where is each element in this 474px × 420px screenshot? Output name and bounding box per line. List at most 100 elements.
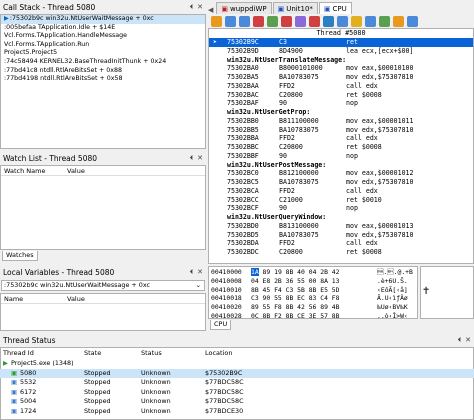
pause-button[interactable]: [267, 16, 278, 27]
disassembly-line[interactable]: 75302BC0 B812100000 mov eax,$00001012: [209, 169, 473, 178]
local-value-column[interactable]: Value: [67, 295, 85, 303]
disassembly-line[interactable]: 75302BD5 BA10783075 mov edx,$75307810: [209, 231, 473, 240]
disassembly-label[interactable]: win32u.NtUserGetProp:: [209, 108, 473, 117]
flags-button[interactable]: [365, 16, 376, 27]
disassembly-line[interactable]: 75302BB5 BA10783075 mov edx,$75307810: [209, 126, 473, 135]
disassembly-line[interactable]: 75302BCA FFD2 call edx: [209, 187, 473, 196]
disassembly-addr: 75302BC0: [227, 169, 259, 178]
disassembly-bytes: C21000: [279, 195, 303, 204]
call-stack-item[interactable]: :77bd4198 ntdll.RtlAreBitsSet + 0x58: [1, 75, 205, 84]
step-over-button[interactable]: [225, 16, 236, 27]
call-stack-item[interactable]: :005befaa TApplication.Idle + $14E: [1, 24, 205, 33]
run-button[interactable]: [211, 16, 222, 27]
tab-wuppdiwp[interactable]: ▣ wuppdiWP: [216, 2, 272, 14]
watch-list[interactable]: Watch Name Value: [0, 165, 206, 250]
close-icon[interactable]: ✕: [197, 268, 203, 277]
disassembly-line[interactable]: 75302BCC C21000 ret $0010: [209, 196, 473, 205]
disassembly-line[interactable]: 75302BC5 BA10783075 mov edx,$75307810: [209, 178, 473, 187]
close-icon[interactable]: ✕: [197, 154, 203, 163]
pin-icon[interactable]: ⏴: [190, 3, 194, 12]
memory-button[interactable]: [379, 16, 390, 27]
disassembly-bytes: BA10783075: [279, 230, 319, 239]
disassembly-line[interactable]: ➤ 75302B9C C3 ret: [209, 38, 473, 47]
call-stack-item[interactable]: Project5.Project5: [1, 49, 205, 58]
disassembly-instr: mov eax,$00001011: [346, 116, 414, 125]
pin-icon[interactable]: ⏴: [190, 154, 194, 163]
disassembly-line[interactable]: 75302BA5 BA10783075 mov edx,$75307810: [209, 73, 473, 82]
thread-row[interactable]: ▣ 5080 Stopped Unknown $75302B9C: [0, 368, 474, 378]
tab-cpu[interactable]: ▣ CPU: [318, 2, 352, 14]
watch-value-column[interactable]: Value: [67, 167, 85, 175]
call-stack-item[interactable]: :77bd41c8 ntdll.RtlAreBitsSet + 0x88: [1, 67, 205, 76]
dump-row[interactable]: 00410020 89 55 F8 8B 42 56 89 4B ‰Uø‹BV‰K: [211, 303, 417, 312]
reset-button[interactable]: [281, 16, 292, 27]
disassembly-bytes: FFD2: [279, 81, 295, 90]
col-thread-id[interactable]: Thread Id: [3, 349, 34, 357]
pin-icon[interactable]: ⏴: [190, 268, 194, 277]
disassembly-line[interactable]: 75302B9D 8D4900 lea ecx,[ecx+$00]: [209, 47, 473, 56]
process-expand-icon[interactable]: ▶: [3, 359, 8, 368]
disassembly-line[interactable]: 75302BBC C20800 ret $0008: [209, 143, 473, 152]
local-variables-list[interactable]: Name Value: [0, 293, 206, 331]
tab-scroll-left-icon[interactable]: ◀: [208, 6, 213, 14]
dump-row[interactable]: 00410008 04 E8 2B 36 55 00 8A 13 .è+6U.Š.: [211, 277, 417, 286]
disassembly-line[interactable]: 75302BD0 B813100000 mov eax,$00001013: [209, 222, 473, 231]
call-stack-item[interactable]: :74c58494 KERNEL32.BaseThreadInitThunk +…: [1, 58, 205, 67]
disassembly-label[interactable]: win32u.NtUserTranslateMessage:: [209, 56, 473, 65]
thread-row[interactable]: ▣ 1724 Stopped Unknown $77BDCE30: [0, 407, 474, 416]
thread-row[interactable]: ▣ 5532 Stopped Unknown $77BDC58C: [0, 378, 474, 387]
disassembly-label[interactable]: win32u.NtUserQueryWindow:: [209, 213, 473, 222]
watch-name-column[interactable]: Watch Name: [4, 167, 45, 175]
breakpoint-button[interactable]: [309, 16, 320, 27]
local-name-column[interactable]: Name: [4, 295, 23, 303]
call-stack-item[interactable]: Vcl.Forms.TApplication.HandleMessage: [1, 32, 205, 41]
stack-button[interactable]: [393, 16, 404, 27]
thread-row[interactable]: ▣ 6172 Stopped Unknown $77BDC58C: [0, 388, 474, 397]
options-button[interactable]: [407, 16, 418, 27]
col-status[interactable]: Status: [141, 349, 162, 357]
disassembly-line[interactable]: 75302BAC C20800 ret $0008: [209, 91, 473, 100]
disassembly-line[interactable]: 75302BBA FFD2 call edx: [209, 134, 473, 143]
thread-location: $75302B9C: [205, 368, 243, 377]
col-location[interactable]: Location: [205, 349, 233, 357]
call-stack-list[interactable]: ▶:75302b9c win32u.NtUserWaitMessage + 0x…: [0, 14, 206, 149]
dump-ascii: ..ò‹Î>W‹: [377, 311, 408, 320]
disassembly-view[interactable]: Thread #5080 ➤ 75302B9C C3 ret 75302B9D 8D490…: [208, 28, 474, 264]
registers-button[interactable]: [351, 16, 362, 27]
disassembly-label[interactable]: win32u.NtUserPostMessage:: [209, 161, 473, 170]
call-stack-item[interactable]: Vcl.Forms.TApplication.Run: [1, 41, 205, 50]
evaluate-button[interactable]: [295, 16, 306, 27]
disassembly-line[interactable]: 75302BAA FFD2 call edx: [209, 82, 473, 91]
close-icon[interactable]: ✕: [197, 3, 203, 12]
dump-row[interactable]: 00410018 C3 90 55 8B EC 83 C4 F8 Ã.U‹ìƒÄø: [211, 294, 417, 303]
disassembly-instr: ret: [346, 38, 358, 46]
view-source-button[interactable]: [337, 16, 348, 27]
thread-row[interactable]: ▣ 5004 Stopped Unknown $77BDC58C: [0, 397, 474, 406]
cpu-bottom-tab[interactable]: CPU: [210, 320, 232, 330]
disassembly-line[interactable]: 75302BBF 90 nop: [209, 152, 473, 161]
disassembly-line[interactable]: 75302BDA FFD2 call edx: [209, 239, 473, 248]
dump-row[interactable]: 00410000 1A 89 19 8B 40 04 2B 42 ..@.+B: [211, 268, 417, 277]
disassembly-line[interactable]: 75302BAF 90 nop: [209, 99, 473, 108]
pin-icon[interactable]: ⏴: [458, 336, 462, 345]
call-stack-item[interactable]: ▶:75302b9c win32u.NtUserWaitMessage + 0x…: [1, 15, 205, 24]
disassembly-addr: 75302BCA: [227, 186, 259, 195]
thread-icon: ▣: [11, 368, 18, 377]
watches-tab[interactable]: Watches: [2, 251, 38, 261]
disassembly-line[interactable]: 75302BB0 B811100000 mov eax,$00001011: [209, 117, 473, 126]
memory-dump[interactable]: 00410000 1A 89 19 8B 40 04 2B 42 ..@.+B 0…: [208, 266, 418, 321]
dump-row[interactable]: 00410028 0C 8B F2 8B CE 3E 57 8B ..ò‹Î>W‹: [211, 312, 417, 321]
trace-into-button[interactable]: [239, 16, 250, 27]
disassembly-line[interactable]: 75302BDC C20800 ret $0008: [209, 248, 473, 257]
thread-state: Stopped: [84, 397, 111, 406]
run-to-cursor-button[interactable]: [253, 16, 264, 27]
process-row[interactable]: ▶ Project5.exe (1348): [0, 359, 474, 368]
call-stack-item-text: :74c58494 KERNEL32.BaseThreadInitThunk +…: [4, 57, 167, 65]
close-icon[interactable]: ✕: [465, 336, 471, 345]
tab-unit10[interactable]: ▣ Unit10*: [272, 2, 318, 14]
disassembly-line[interactable]: 75302BA0 B8000101000 mov eax,$00010100: [209, 64, 473, 73]
col-state[interactable]: State: [84, 349, 101, 357]
disassembly-line[interactable]: 75302BCF 90 nop: [209, 204, 473, 213]
locals-frame-dropdown[interactable]: :75302b9c win32u.NtUserWaitMessage + 0xc…: [1, 280, 205, 291]
goto-address-button[interactable]: [323, 16, 334, 27]
